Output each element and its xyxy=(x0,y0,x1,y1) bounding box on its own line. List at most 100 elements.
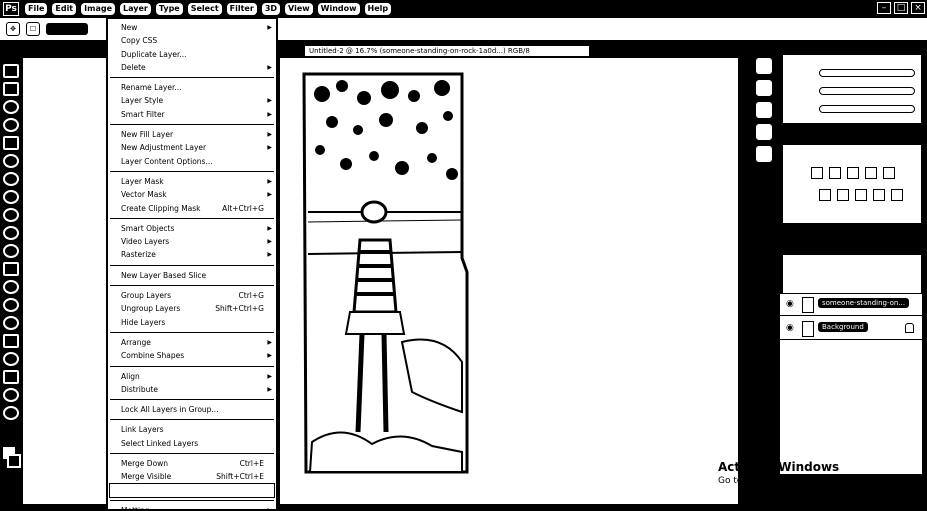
path-select-tool-icon[interactable] xyxy=(3,352,19,366)
adjustment-curves-icon[interactable] xyxy=(847,167,859,179)
crop-tool-icon[interactable] xyxy=(3,136,19,150)
dodge-tool-icon[interactable] xyxy=(3,298,19,312)
color-slider-r[interactable] xyxy=(819,69,915,77)
healing-brush-tool-icon[interactable] xyxy=(3,172,19,186)
menu-item-video-layers[interactable]: Video Layers ▶ xyxy=(108,235,276,248)
eraser-tool-icon[interactable] xyxy=(3,244,19,258)
menu-item-arrange[interactable]: Arrange ▶ xyxy=(108,336,276,349)
menu-item-vector-mask[interactable]: Vector Mask ▶ xyxy=(108,188,276,201)
quick-select-tool-icon[interactable] xyxy=(3,118,19,132)
clone-stamp-tool-icon[interactable] xyxy=(3,208,19,222)
adjustment-levels-icon[interactable] xyxy=(829,167,841,179)
menu-item-hide-layers[interactable]: Hide Layers xyxy=(108,316,276,329)
menu-item-rasterize[interactable]: Rasterize ▶ xyxy=(108,248,276,261)
menu-filter[interactable]: Filter xyxy=(226,3,257,15)
menu-image[interactable]: Image xyxy=(81,3,116,15)
layer-row[interactable]: ◉ someone-standing-on... xyxy=(780,294,922,316)
menu-item-label: Group Layers xyxy=(121,291,172,301)
menu-item-group-layers[interactable]: Group Layers Ctrl+G xyxy=(108,289,276,302)
menu-item-merge-visible[interactable]: Merge Visible Shift+Ctrl+E xyxy=(108,470,276,483)
menu-help[interactable]: Help xyxy=(364,3,392,15)
menu-item-shortcut: Ctrl+G xyxy=(238,291,264,301)
menu-file[interactable]: File xyxy=(25,3,48,15)
menu-select[interactable]: Select xyxy=(187,3,222,15)
close-icon[interactable]: × xyxy=(911,2,925,14)
menu-item-merge-down[interactable]: Merge Down Ctrl+E xyxy=(108,457,276,470)
pen-tool-icon[interactable] xyxy=(3,316,19,330)
menu-type[interactable]: Type xyxy=(155,3,183,15)
eyedropper-tool-icon[interactable] xyxy=(3,154,19,168)
menu-item-distribute[interactable]: Distribute ▶ xyxy=(108,383,276,396)
move-tool-icon[interactable] xyxy=(3,64,19,78)
type-tool-icon[interactable] xyxy=(3,334,19,348)
menu-item-link-layers[interactable]: Link Layers xyxy=(108,423,276,436)
menu-item-combine-shapes[interactable]: Combine Shapes ▶ xyxy=(108,349,276,362)
menu-layer[interactable]: Layer xyxy=(119,2,152,16)
move-tool-icon[interactable]: ✥ xyxy=(6,22,20,36)
adjustment-brightness-icon[interactable] xyxy=(811,167,823,179)
menu-item-highlighted[interactable] xyxy=(109,482,275,498)
menu-item-duplicate-layer[interactable]: Duplicate Layer... xyxy=(108,48,276,61)
shape-tool-icon[interactable] xyxy=(3,370,19,384)
background-color-swatch[interactable] xyxy=(7,454,21,468)
adjustment-bw-icon[interactable] xyxy=(855,189,867,201)
document-canvas[interactable] xyxy=(302,72,470,502)
menu-item-new-adjustment-layer[interactable]: New Adjustment Layer ▶ xyxy=(108,141,276,154)
menu-item-copy-css[interactable]: Copy CSS xyxy=(108,34,276,47)
adjustment-photo-filter-icon[interactable] xyxy=(873,189,885,201)
menu-window[interactable]: Window xyxy=(317,3,360,15)
menu-item-new-fill-layer[interactable]: New Fill Layer ▶ xyxy=(108,128,276,141)
lasso-tool-icon[interactable] xyxy=(3,100,19,114)
menu-item-create-clipping-mask[interactable]: Create Clipping Mask Alt+Ctrl+G xyxy=(108,202,276,215)
menu-item-ungroup-layers[interactable]: Ungroup Layers Shift+Ctrl+G xyxy=(108,302,276,315)
maximize-icon[interactable]: □ xyxy=(894,2,908,14)
history-panel-icon[interactable] xyxy=(756,58,772,74)
gradient-tool-icon[interactable] xyxy=(3,262,19,276)
color-slider-b[interactable] xyxy=(819,105,915,113)
character-panel-icon[interactable] xyxy=(756,102,772,118)
menu-item-layer-style[interactable]: Layer Style ▶ xyxy=(108,94,276,107)
menu-item-delete[interactable]: Delete ▶ xyxy=(108,61,276,74)
zoom-tool-icon[interactable] xyxy=(3,406,19,420)
adjustment-exposure-icon[interactable] xyxy=(865,167,877,179)
marquee-tool-icon[interactable] xyxy=(3,82,19,96)
blur-tool-icon[interactable] xyxy=(3,280,19,294)
menu-separator xyxy=(110,331,274,333)
menu-3d[interactable]: 3D xyxy=(261,3,281,15)
adjustment-hue-icon[interactable] xyxy=(819,189,831,201)
eye-icon[interactable]: ◉ xyxy=(786,323,794,333)
menu-item-matting[interactable]: Matting ▶ xyxy=(108,504,276,511)
color-slider-g[interactable] xyxy=(819,87,915,95)
document-area-left xyxy=(22,58,106,504)
auto-select-dropdown[interactable] xyxy=(46,23,88,35)
eye-icon[interactable]: ◉ xyxy=(786,299,794,309)
auto-select-checkbox[interactable]: ☐ xyxy=(26,22,40,36)
menu-item-rename-layer[interactable]: Rename Layer... xyxy=(108,81,276,94)
menu-item-label: New Adjustment Layer xyxy=(121,143,207,153)
menu-edit[interactable]: Edit xyxy=(52,3,77,15)
menu-item-lock-all-layers-in-group[interactable]: Lock All Layers in Group... xyxy=(108,403,276,416)
menu-item-align[interactable]: Align ▶ xyxy=(108,370,276,383)
menu-item-new-layer-based-slice[interactable]: New Layer Based Slice xyxy=(108,269,276,282)
menu-item-select-linked-layers[interactable]: Select Linked Layers xyxy=(108,437,276,450)
adjustment-balance-icon[interactable] xyxy=(837,189,849,201)
submenu-arrow-icon: ▶ xyxy=(267,251,272,259)
submenu-arrow-icon: ▶ xyxy=(267,97,272,105)
menu-item-smart-objects[interactable]: Smart Objects ▶ xyxy=(108,222,276,235)
hand-tool-icon[interactable] xyxy=(3,388,19,402)
properties-panel-icon[interactable] xyxy=(756,80,772,96)
menu-item-new[interactable]: New ▶ xyxy=(108,21,276,34)
minimize-icon[interactable]: – xyxy=(877,2,891,14)
adjustment-mixer-icon[interactable] xyxy=(891,189,903,201)
menu-item-layer-mask[interactable]: Layer Mask ▶ xyxy=(108,175,276,188)
brush-tool-icon[interactable] xyxy=(3,190,19,204)
brush-panel-icon[interactable] xyxy=(756,146,772,162)
adjustment-vibrance-icon[interactable] xyxy=(883,167,895,179)
history-brush-tool-icon[interactable] xyxy=(3,226,19,240)
layer-row[interactable]: ◉ Background xyxy=(780,318,922,340)
paragraph-panel-icon[interactable] xyxy=(756,124,772,140)
menu-view[interactable]: View xyxy=(285,3,313,15)
document-tab[interactable]: Untitled-2 @ 16.7% (someone-standing-on-… xyxy=(304,45,590,57)
menu-item-smart-filter[interactable]: Smart Filter ▶ xyxy=(108,108,276,121)
menu-item-layer-content-options[interactable]: Layer Content Options... xyxy=(108,155,276,168)
